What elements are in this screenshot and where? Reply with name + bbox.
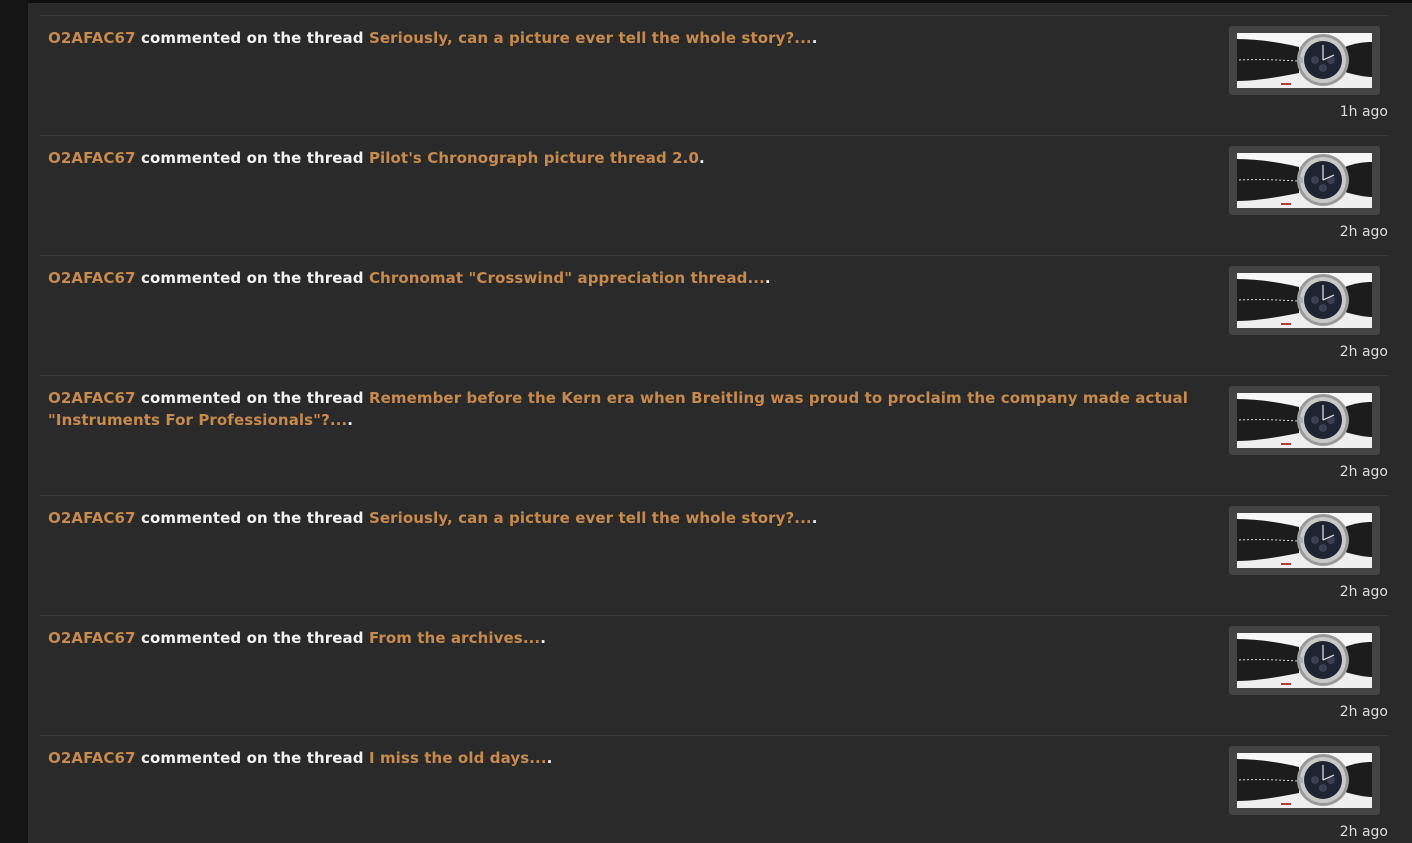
main-content: O2AFAC67 commented on the thread Serious… (28, 0, 1412, 843)
thread-thumbnail[interactable] (1229, 506, 1380, 575)
timestamp: 2h ago (1339, 704, 1388, 720)
thread-thumbnail[interactable] (1229, 626, 1380, 695)
thread-thumbnail[interactable] (1229, 146, 1380, 215)
activity-verb: commented on the thread (140, 269, 364, 287)
page: O2AFAC67 commented on the thread Serious… (0, 0, 1412, 843)
username-link[interactable]: O2AFAC67 (48, 509, 136, 527)
feed-item-text: O2AFAC67 commented on the thread Chronom… (48, 267, 1213, 289)
feed-item: O2AFAC67 commented on the thread From th… (40, 615, 1388, 735)
feed-item-text: O2AFAC67 commented on the thread Serious… (48, 507, 1213, 529)
feed-item: O2AFAC67 commented on the thread Serious… (40, 495, 1388, 615)
activity-verb: commented on the thread (140, 509, 364, 527)
sentence-end: . (347, 411, 354, 429)
watch-photo-icon (1237, 153, 1372, 208)
thread-link[interactable]: I miss the old days... (369, 749, 547, 767)
timestamp: 2h ago (1339, 464, 1388, 480)
thread-thumbnail[interactable] (1229, 266, 1380, 335)
thread-link[interactable]: Seriously, can a picture ever tell the w… (369, 509, 812, 527)
username-link[interactable]: O2AFAC67 (48, 29, 136, 47)
thread-thumbnail[interactable] (1229, 26, 1380, 95)
timestamp: 2h ago (1339, 824, 1388, 840)
timestamp: 1h ago (1339, 104, 1388, 120)
activity-feed: O2AFAC67 commented on the thread Serious… (40, 15, 1388, 843)
activity-verb: commented on the thread (140, 29, 364, 47)
feed-item: O2AFAC67 commented on the thread Remembe… (40, 375, 1388, 495)
watch-photo-icon (1237, 273, 1372, 328)
username-link[interactable]: O2AFAC67 (48, 269, 136, 287)
sentence-end: . (699, 149, 705, 167)
username-link[interactable]: O2AFAC67 (48, 629, 136, 647)
username-link[interactable]: O2AFAC67 (48, 749, 136, 767)
thread-thumbnail[interactable] (1229, 746, 1380, 815)
watch-photo-icon (1237, 753, 1372, 808)
sentence-end: . (811, 509, 818, 527)
thread-link[interactable]: Chronomat "Crosswind" appreciation threa… (369, 269, 765, 287)
feed-item-text: O2AFAC67 commented on the thread Pilot's… (48, 147, 1213, 169)
sentence-end: . (540, 629, 547, 647)
timestamp: 2h ago (1339, 224, 1388, 240)
sentence-end: . (546, 749, 553, 767)
top-divider (28, 0, 1412, 3)
watch-photo-icon (1237, 513, 1372, 568)
username-link[interactable]: O2AFAC67 (48, 149, 136, 167)
feed-item-text: O2AFAC67 commented on the thread From th… (48, 627, 1213, 649)
feed-item: O2AFAC67 commented on the thread Pilot's… (40, 135, 1388, 255)
watch-photo-icon (1237, 33, 1372, 88)
feed-item-text: O2AFAC67 commented on the thread Remembe… (48, 387, 1213, 431)
timestamp: 2h ago (1339, 344, 1388, 360)
activity-verb: commented on the thread (140, 149, 364, 167)
sentence-end: . (811, 29, 818, 47)
feed-item: O2AFAC67 commented on the thread Serious… (40, 15, 1388, 135)
thread-link[interactable]: Pilot's Chronograph picture thread 2.0 (369, 149, 699, 167)
thread-link[interactable]: Seriously, can a picture ever tell the w… (369, 29, 812, 47)
feed-item-text: O2AFAC67 commented on the thread Serious… (48, 27, 1213, 49)
thread-thumbnail[interactable] (1229, 386, 1380, 455)
watch-photo-icon (1237, 393, 1372, 448)
watch-photo-icon (1237, 633, 1372, 688)
sentence-end: . (764, 269, 771, 287)
activity-verb: commented on the thread (140, 629, 364, 647)
username-link[interactable]: O2AFAC67 (48, 389, 136, 407)
feed-item-text: O2AFAC67 commented on the thread I miss … (48, 747, 1213, 769)
thread-link[interactable]: From the archives... (369, 629, 540, 647)
timestamp: 2h ago (1339, 584, 1388, 600)
feed-item: O2AFAC67 commented on the thread I miss … (40, 735, 1388, 843)
activity-verb: commented on the thread (140, 389, 364, 407)
activity-verb: commented on the thread (140, 749, 364, 767)
left-rail (0, 0, 28, 843)
feed-item: O2AFAC67 commented on the thread Chronom… (40, 255, 1388, 375)
